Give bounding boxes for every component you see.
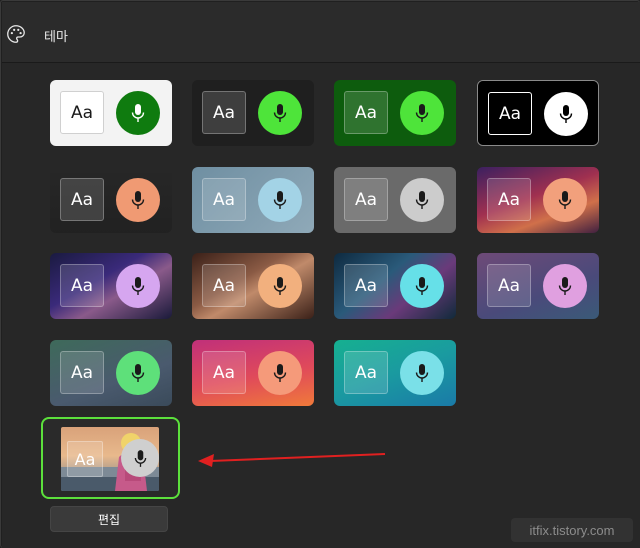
palette-icon: [7, 25, 25, 43]
watermark: itfix.tistory.com: [511, 518, 633, 542]
microphone-icon: [258, 351, 302, 395]
microphone-icon: [258, 178, 302, 222]
microphone-icon: [121, 439, 159, 477]
theme-tile[interactable]: Aa: [477, 167, 599, 233]
microphone-icon: [116, 91, 160, 135]
theme-tile[interactable]: Aa: [50, 167, 172, 233]
theme-sample-text: Aa: [487, 264, 531, 307]
custom-theme-tile[interactable]: Aa: [61, 427, 159, 491]
theme-tile[interactable]: Aa: [334, 80, 456, 146]
theme-sample-text: Aa: [344, 264, 388, 307]
theme-tile[interactable]: Aa: [334, 340, 456, 406]
theme-tile[interactable]: Aa: [50, 80, 172, 146]
microphone-icon: [116, 351, 160, 395]
theme-sample-text: Aa: [60, 178, 104, 221]
theme-tile[interactable]: Aa: [50, 340, 172, 406]
microphone-icon: [116, 264, 160, 308]
theme-sample-text: Aa: [344, 351, 388, 394]
theme-sample-text: Aa: [202, 264, 246, 307]
microphone-icon: [544, 92, 588, 136]
theme-sample-text: Aa: [344, 91, 388, 134]
theme-sample-text: Aa: [202, 351, 246, 394]
microphone-icon: [400, 264, 444, 308]
theme-sample-text: Aa: [60, 351, 104, 394]
theme-sample-text: Aa: [487, 178, 531, 221]
theme-tile[interactable]: Aa: [192, 340, 314, 406]
theme-tile[interactable]: Aa: [334, 253, 456, 319]
theme-tile[interactable]: Aa: [192, 80, 314, 146]
page-title: 테마: [44, 30, 68, 45]
theme-tile[interactable]: Aa: [192, 167, 314, 233]
theme-tile[interactable]: Aa: [192, 253, 314, 319]
microphone-icon: [258, 91, 302, 135]
theme-sample-text: Aa: [202, 91, 246, 134]
microphone-icon: [400, 178, 444, 222]
theme-sample-text: Aa: [60, 264, 104, 307]
microphone-icon: [543, 178, 587, 222]
microphone-icon: [258, 264, 302, 308]
theme-tile[interactable]: Aa: [50, 253, 172, 319]
theme-tile[interactable]: Aa: [477, 80, 599, 146]
custom-theme-sample-text: Aa: [67, 441, 103, 477]
theme-sample-text: Aa: [202, 178, 246, 221]
edit-button[interactable]: 편집: [50, 506, 168, 532]
theme-tile[interactable]: Aa: [477, 253, 599, 319]
theme-sample-text: Aa: [344, 178, 388, 221]
theme-sample-text: Aa: [488, 92, 532, 135]
theme-tile[interactable]: Aa: [334, 167, 456, 233]
custom-theme-selected[interactable]: Aa: [41, 417, 180, 499]
microphone-icon: [543, 264, 587, 308]
microphone-icon: [400, 351, 444, 395]
microphone-icon: [116, 178, 160, 222]
theme-header: 테마: [2, 2, 640, 63]
theme-sample-text: Aa: [60, 91, 104, 134]
microphone-icon: [400, 91, 444, 135]
annotation-arrow: [198, 453, 386, 467]
